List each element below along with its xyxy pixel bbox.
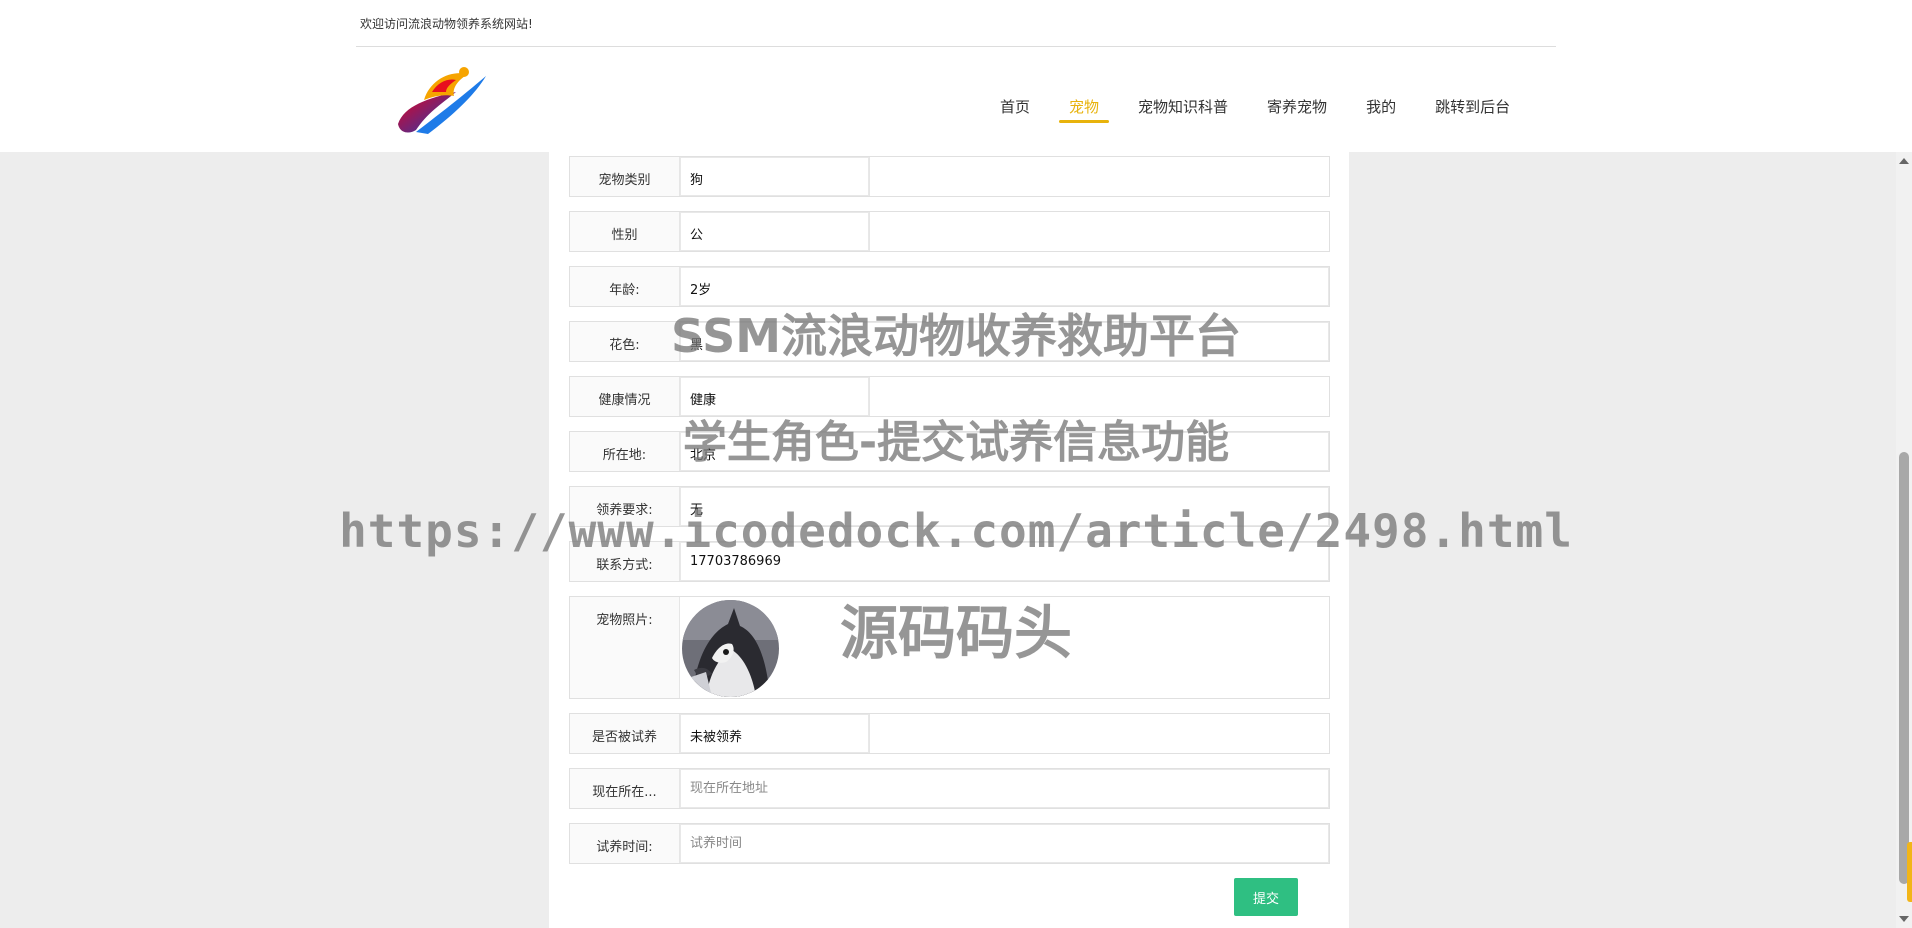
row-health: 健康情况 健康 (569, 376, 1330, 417)
row-location: 所在地: 北京 (569, 431, 1330, 472)
main-nav: 首页 宠物 宠物知识科普 寄养宠物 我的 跳转到后台 (1000, 97, 1510, 127)
category-label: 宠物类别 (570, 157, 680, 196)
header-divider (356, 46, 1556, 47)
welcome-text: 欢迎访问流浪动物领养系统网站! (360, 17, 533, 31)
age-label: 年龄: (570, 267, 680, 306)
contact-label: 联系方式: (570, 542, 680, 581)
row-adopted: 是否被试养 未被领养 (569, 713, 1330, 754)
location-label: 所在地: (570, 432, 680, 471)
row-gender: 性别 公 (569, 211, 1330, 252)
row-current-address: 现在所在... (569, 768, 1330, 809)
row-color: 花色: 黑 (569, 321, 1330, 362)
gender-value: 公 (680, 212, 870, 251)
requirement-value: 无 (680, 487, 1329, 526)
row-contact: 联系方式: 17703786969 (569, 541, 1330, 582)
top-header: 欢迎访问流浪动物领养系统网站! 首页 宠物 宠物知识科普 寄养宠物 我的 跳转到… (0, 0, 1912, 152)
adopted-value: 未被领养 (680, 714, 870, 753)
nav-home[interactable]: 首页 (1000, 97, 1030, 125)
page-scrollbar[interactable] (1896, 152, 1912, 928)
nav-mine[interactable]: 我的 (1366, 97, 1396, 125)
photo-label: 宠物照片: (570, 597, 680, 698)
detail-form-panel: 宠物类别 狗 性别 公 年龄: 2岁 花色: 黑 健康情况 健康 所在地: 北京… (549, 152, 1349, 928)
scroll-thumb[interactable] (1899, 452, 1909, 884)
pet-photo[interactable] (682, 600, 779, 697)
trial-time-label: 试养时间: (570, 824, 680, 863)
category-value: 狗 (680, 157, 870, 196)
row-category: 宠物类别 狗 (569, 156, 1330, 197)
row-photo: 宠物照片: (569, 596, 1330, 699)
submit-button[interactable]: 提交 (1234, 878, 1298, 916)
nav-pet-knowledge[interactable]: 宠物知识科普 (1138, 97, 1228, 125)
adopted-label: 是否被试养 (570, 714, 680, 753)
scroll-accent-marker (1907, 842, 1912, 902)
age-value: 2岁 (680, 267, 1329, 306)
gender-label: 性别 (570, 212, 680, 251)
color-label: 花色: (570, 322, 680, 361)
color-value: 黑 (680, 322, 1329, 361)
contact-value: 17703786969 (680, 542, 1329, 581)
nav-admin[interactable]: 跳转到后台 (1435, 97, 1510, 125)
trial-time-input[interactable] (680, 824, 1329, 863)
health-label: 健康情况 (570, 377, 680, 416)
current-address-input[interactable] (680, 769, 1329, 808)
requirement-label: 领养要求: (570, 487, 680, 526)
row-trial-time: 试养时间: (569, 823, 1330, 864)
current-address-label: 现在所在... (570, 769, 680, 808)
nav-foster-pets[interactable]: 寄养宠物 (1267, 97, 1327, 125)
row-requirement: 领养要求: 无 (569, 486, 1330, 527)
health-value: 健康 (680, 377, 870, 416)
row-age: 年龄: 2岁 (569, 266, 1330, 307)
site-logo[interactable] (394, 62, 490, 138)
nav-pets[interactable]: 宠物 (1059, 97, 1110, 125)
scroll-down-arrow-icon[interactable] (1899, 916, 1909, 922)
location-value: 北京 (680, 432, 1329, 471)
scroll-up-arrow-icon[interactable] (1899, 158, 1909, 164)
